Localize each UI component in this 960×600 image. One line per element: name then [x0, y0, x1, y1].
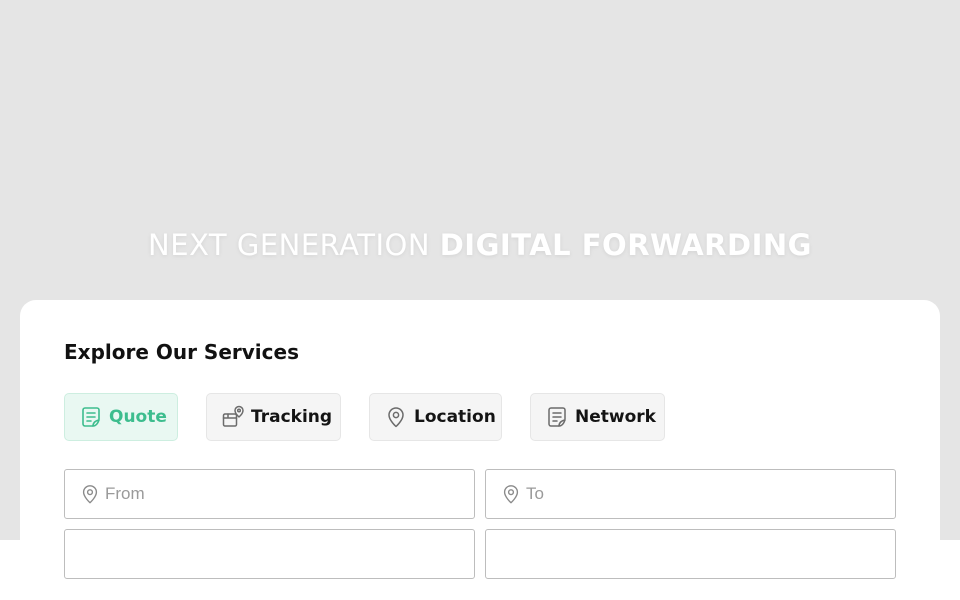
to-input[interactable] [526, 484, 895, 504]
tab-tracking-label: Tracking [251, 407, 333, 427]
tracking-box-pin-icon [221, 405, 245, 429]
hero-title-bold: DIGITAL FORWARDING [439, 228, 812, 262]
quote-document-icon [79, 405, 103, 429]
from-input[interactable] [105, 484, 474, 504]
hero-title-light: NEXT GENERATION [148, 228, 440, 262]
tab-network[interactable]: Network [530, 393, 665, 441]
tab-location-label: Location [414, 407, 496, 427]
tab-location[interactable]: Location [369, 393, 502, 441]
location-pin-icon [500, 483, 522, 505]
services-card: Explore Our Services Quote Tracking Loca… [20, 300, 940, 600]
hero-title: NEXT GENERATION DIGITAL FORWARDING [0, 228, 960, 262]
location-pin-icon [384, 405, 408, 429]
to-field[interactable] [485, 469, 896, 519]
tab-tracking[interactable]: Tracking [206, 393, 341, 441]
services-title: Explore Our Services [64, 340, 299, 364]
tab-quote[interactable]: Quote [64, 393, 178, 441]
network-document-icon [545, 405, 569, 429]
tab-quote-label: Quote [109, 407, 167, 427]
from-field[interactable] [64, 469, 475, 519]
second-row-field-right[interactable] [485, 529, 896, 579]
location-pin-icon [79, 483, 101, 505]
tab-network-label: Network [575, 407, 656, 427]
second-row-field-left[interactable] [64, 529, 475, 579]
